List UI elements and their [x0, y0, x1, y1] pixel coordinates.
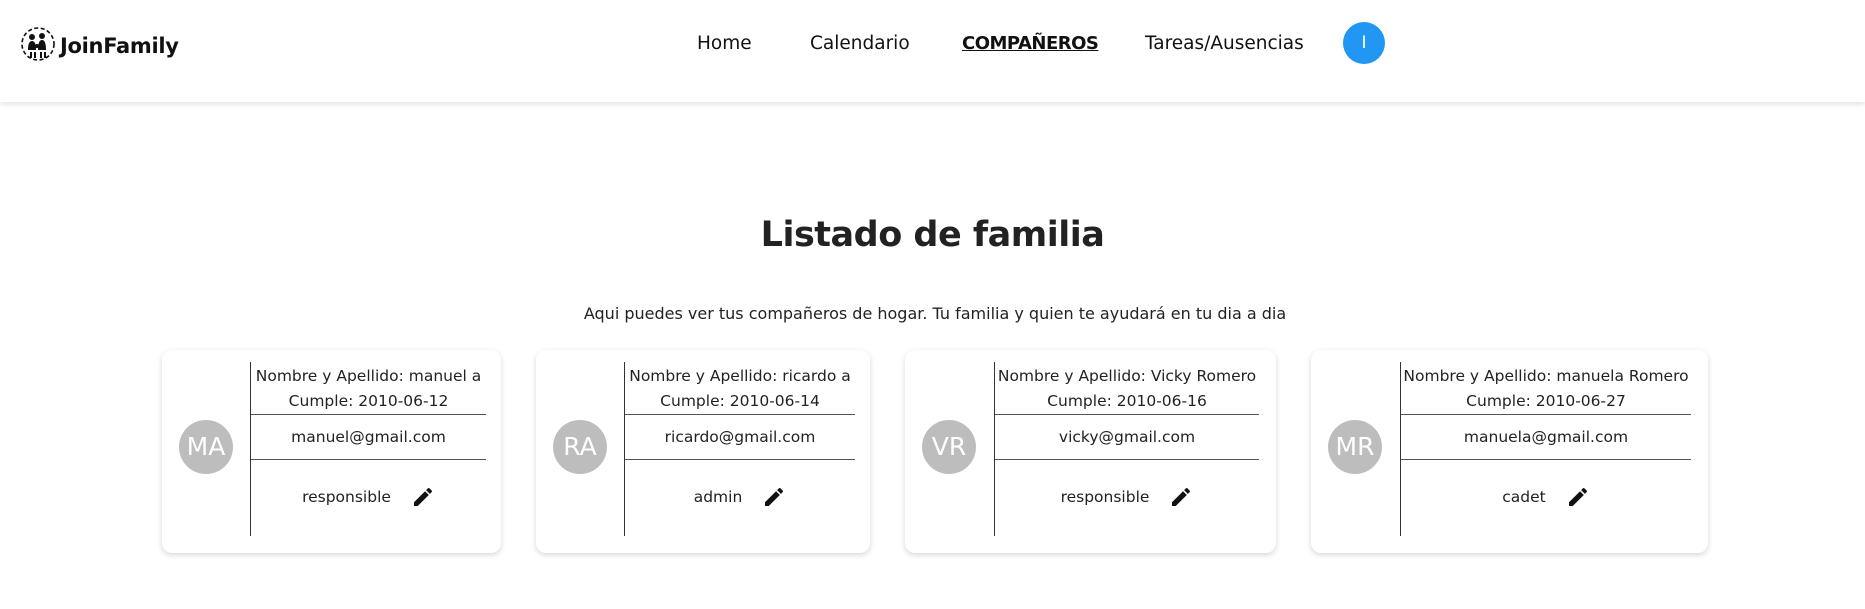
member-birthday: Cumple: 2010-06-16 [1047, 392, 1207, 410]
member-card: MA Nombre y Apellido: manuel a Cumple: 2… [162, 350, 501, 553]
brand[interactable]: JoinFamily [20, 26, 179, 66]
member-role-row: responsible [995, 460, 1259, 534]
member-info: Nombre y Apellido: manuel a Cumple: 2010… [251, 362, 486, 534]
member-birthday: Cumple: 2010-06-12 [288, 392, 449, 410]
member-email: vicky@gmail.com [1058, 428, 1196, 446]
member-role-row: responsible [251, 460, 486, 534]
nav-link-calendario[interactable]: Calendario [810, 33, 910, 54]
pencil-edit-icon[interactable] [762, 485, 786, 509]
member-birthday: Cumple: 2010-06-14 [660, 392, 820, 410]
member-info: Nombre y Apellido: ricardo a Cumple: 201… [625, 362, 855, 534]
page-subtitle: Aqui puedes ver tus compañeros de hogar.… [583, 304, 1287, 323]
member-avatar: VR [922, 420, 976, 474]
member-card: RA Nombre y Apellido: ricardo a Cumple: … [536, 350, 870, 553]
member-card: VR Nombre y Apellido: Vicky Romero Cumpl… [905, 350, 1276, 553]
user-avatar[interactable]: I [1343, 22, 1385, 64]
member-info: Nombre y Apellido: Vicky Romero Cumple: … [995, 362, 1259, 534]
member-name: Nombre y Apellido: manuela Romero [1403, 367, 1689, 385]
family-logo-icon [20, 26, 56, 66]
member-birthday: Cumple: 2010-06-27 [1466, 392, 1626, 410]
brand-name: JoinFamily [60, 34, 179, 58]
member-role-row: admin [625, 460, 855, 534]
member-name: Nombre y Apellido: Vicky Romero [997, 367, 1257, 385]
page-title: Listado de familia [760, 215, 1105, 255]
member-role: cadet [1502, 488, 1546, 506]
member-role-row: cadet [1401, 460, 1691, 534]
member-card: MR Nombre y Apellido: manuela Romero Cum… [1311, 350, 1708, 553]
member-email: ricardo@gmail.com [664, 428, 816, 446]
nav-link-companeros[interactable]: COMPAÑEROS [962, 33, 1099, 54]
member-avatar: MA [179, 420, 233, 474]
member-role: responsible [1060, 488, 1150, 506]
member-avatar: MR [1328, 420, 1382, 474]
member-avatar: RA [553, 420, 607, 474]
navbar: JoinFamily Home Calendario COMPAÑEROS Ta… [0, 0, 1865, 102]
pencil-edit-icon[interactable] [1566, 485, 1590, 509]
member-info: Nombre y Apellido: manuela Romero Cumple… [1401, 362, 1691, 534]
member-role: responsible [302, 488, 391, 506]
member-role: admin [693, 488, 743, 506]
member-email: manuel@gmail.com [291, 428, 446, 446]
member-email: manuela@gmail.com [1463, 428, 1629, 446]
pencil-edit-icon[interactable] [1169, 485, 1193, 509]
member-name: Nombre y Apellido: ricardo a [629, 367, 851, 385]
pencil-edit-icon[interactable] [411, 485, 435, 509]
nav-link-tareas-ausencias[interactable]: Tareas/Ausencias [1145, 33, 1304, 54]
nav-link-home[interactable]: Home [697, 33, 752, 54]
member-name: Nombre y Apellido: manuel a [255, 367, 482, 385]
